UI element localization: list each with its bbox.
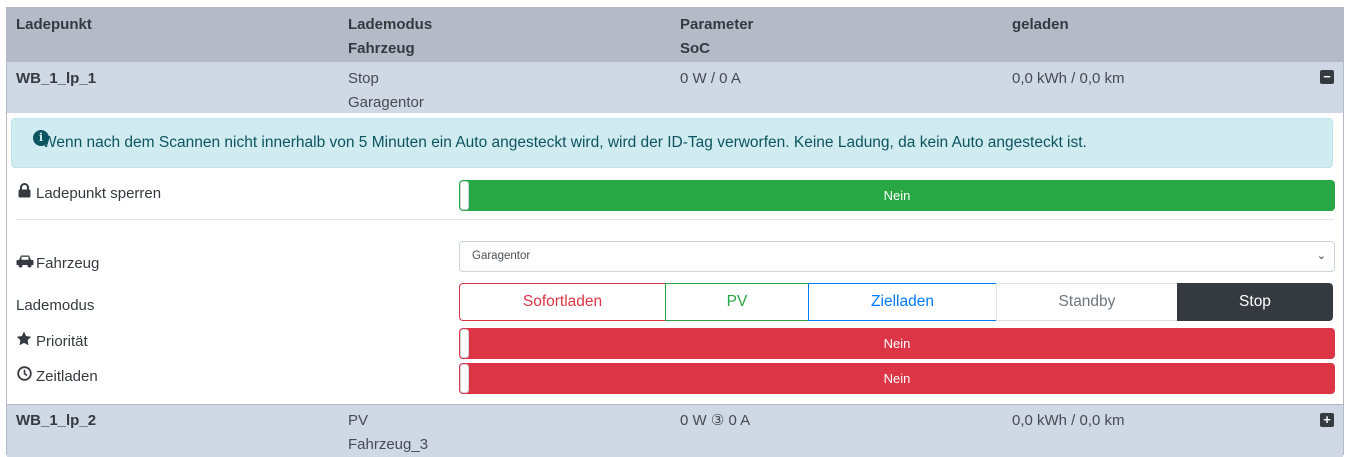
vehicle-label-text: Fahrzeug <box>36 255 100 272</box>
charge-params: 0 W ③ 0 A <box>680 412 751 429</box>
timed-switch-value: Nein <box>883 371 911 386</box>
star-icon <box>16 331 32 352</box>
minus-square-icon[interactable]: − <box>1320 70 1334 84</box>
table-header: Ladepunkt Lademodus Fahrzeug Parameter S… <box>7 8 1343 61</box>
table-row[interactable]: WB_1_lp_2 PV Fahrzeug_3 0 W ③ 0 A 0,0 kW… <box>7 404 1343 457</box>
header-lademodus: Lademodus <box>348 16 433 33</box>
charge-params: 0 W / 0 A <box>680 70 741 87</box>
header-soc: SoC <box>680 40 710 57</box>
plus-square-icon[interactable]: + <box>1320 413 1334 427</box>
timed-switch[interactable]: Nein <box>459 363 1335 394</box>
switch-handle <box>460 329 469 358</box>
mode-sofortladen-button[interactable]: Sofortladen <box>459 283 666 321</box>
car-icon <box>16 254 34 274</box>
charged-energy: 0,0 kWh / 0,0 km <box>1012 412 1125 429</box>
mode-standby-button[interactable]: Standby <box>996 283 1178 321</box>
switch-handle <box>460 364 469 393</box>
chargepoint-table: Ladepunkt Lademodus Fahrzeug Parameter S… <box>6 7 1344 457</box>
vehicle-label: Fahrzeug <box>16 254 99 274</box>
charged-energy: 0,0 kWh / 0,0 km <box>1012 70 1125 87</box>
vehicle-select[interactable]: Garagentor ⌄ <box>459 241 1335 272</box>
divider <box>16 219 1334 220</box>
mode-label: Lademodus <box>16 297 95 314</box>
charge-mode: Stop <box>348 70 379 87</box>
info-circle-icon: i <box>33 130 49 146</box>
switch-handle <box>460 181 469 210</box>
mode-button-group: Sofortladen PV Zielladen Standby Stop <box>459 283 1335 321</box>
alert-text: Wenn nach dem Scannen nicht innerhalb vo… <box>42 134 1087 151</box>
chargepoint-detail: Wenn nach dem Scannen nicht innerhalb vo… <box>7 113 1343 404</box>
lock-label-text: Ladepunkt sperren <box>36 185 162 202</box>
mode-pv-button[interactable]: PV <box>665 283 809 321</box>
mode-stop-button[interactable]: Stop <box>1177 283 1333 321</box>
vehicle-name: Garagentor <box>348 94 424 111</box>
clock-icon <box>16 366 32 387</box>
lock-switch[interactable]: Nein <box>459 180 1335 211</box>
header-ladepunkt: Ladepunkt <box>16 16 92 33</box>
table-row[interactable]: WB_1_lp_1 Stop Garagentor 0 W / 0 A 0,0 … <box>7 61 1343 114</box>
chargepoint-name: WB_1_lp_2 <box>16 412 97 429</box>
vehicle-select-value: Garagentor <box>472 250 531 262</box>
info-alert: Wenn nach dem Scannen nicht innerhalb vo… <box>11 118 1333 168</box>
timed-label-text: Zeitladen <box>36 368 98 385</box>
chevron-down-icon: ⌄ <box>1316 250 1326 262</box>
lock-label: Ladepunkt sperren <box>16 183 161 204</box>
charge-mode: PV <box>348 412 369 429</box>
priority-switch-value: Nein <box>883 336 911 351</box>
priority-switch[interactable]: Nein <box>459 328 1335 359</box>
header-parameter: Parameter <box>680 16 754 33</box>
lock-switch-value: Nein <box>883 188 911 203</box>
lock-icon <box>16 183 32 204</box>
chargepoint-name: WB_1_lp_1 <box>16 70 97 87</box>
priority-label: Priorität <box>16 331 88 352</box>
timed-label: Zeitladen <box>16 366 98 387</box>
vehicle-name: Fahrzeug_3 <box>348 436 429 453</box>
mode-zielladen-button[interactable]: Zielladen <box>808 283 997 321</box>
header-geladen: geladen <box>1012 16 1069 33</box>
header-fahrzeug: Fahrzeug <box>348 40 415 57</box>
priority-label-text: Priorität <box>36 333 88 350</box>
